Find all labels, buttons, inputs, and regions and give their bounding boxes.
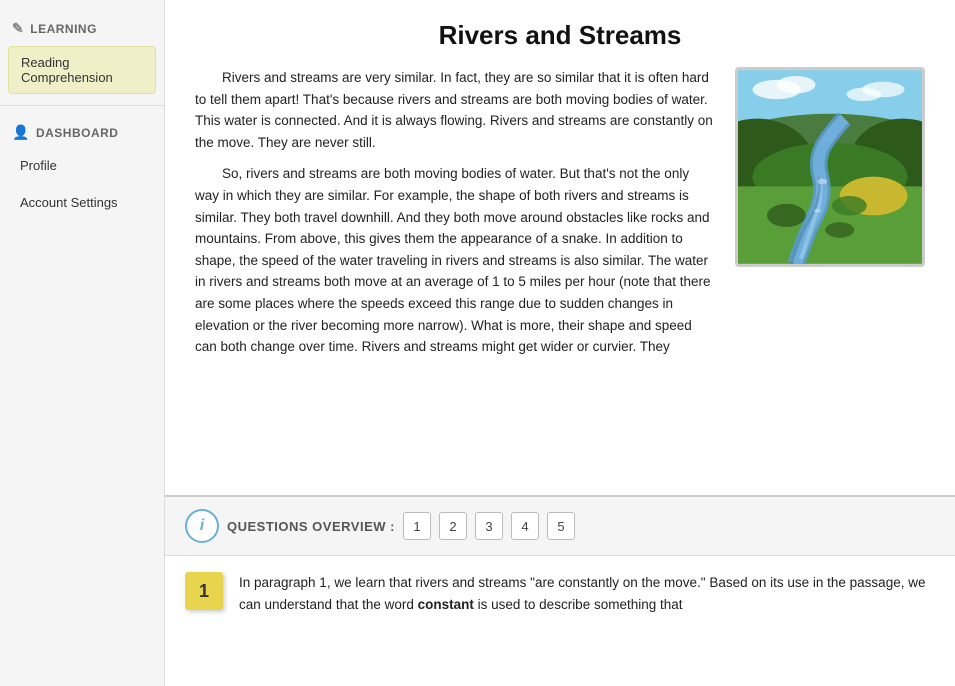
main-content: Rivers and Streams Rivers and streams ar…	[165, 0, 955, 686]
reading-panel[interactable]: Rivers and Streams Rivers and streams ar…	[165, 0, 955, 497]
reading-text: Rivers and streams are very similar. In …	[195, 67, 715, 368]
river-scene-svg	[738, 70, 922, 264]
question-text-1: In paragraph 1, we learn that rivers and…	[239, 572, 935, 615]
sidebar-item-reading-comprehension[interactable]: ReadingComprehension	[8, 46, 156, 94]
question-item-1: 1 In paragraph 1, we learn that rivers a…	[185, 572, 935, 615]
profile-label: Profile	[20, 158, 57, 173]
sidebar-item-profile[interactable]: Profile	[8, 150, 156, 181]
reading-comprehension-label: ReadingComprehension	[21, 55, 113, 85]
questions-overview-label: QUESTIONS OVERVIEW :	[227, 519, 395, 534]
question-btn-1[interactable]: 1	[403, 512, 431, 540]
dashboard-section-header: 👤 DASHBOARD	[0, 114, 164, 147]
question-number-text: 1	[199, 581, 209, 602]
learning-icon: ✎	[12, 20, 24, 37]
question-btn-5[interactable]: 5	[547, 512, 575, 540]
reading-body: Rivers and streams are very similar. In …	[195, 67, 925, 368]
info-icon-text: i	[200, 517, 204, 535]
sidebar-item-account-settings[interactable]: Account Settings	[8, 187, 156, 218]
reading-title: Rivers and Streams	[195, 20, 925, 51]
dashboard-icon: 👤	[12, 124, 30, 141]
questions-info-icon[interactable]: i	[185, 509, 219, 543]
dashboard-label: DASHBOARD	[36, 126, 119, 140]
learning-section-header: ✎ LEARNING	[0, 10, 164, 43]
paragraph-1: Rivers and streams are very similar. In …	[195, 67, 715, 153]
question-bold-word: constant	[418, 597, 474, 612]
questions-bar: i QUESTIONS OVERVIEW : 1 2 3 4 5	[165, 497, 955, 556]
paragraph-2: So, rivers and streams are both moving b…	[195, 163, 715, 357]
sidebar-divider-1	[0, 105, 164, 106]
question-badge-1: 1	[185, 572, 223, 610]
question-text-continuation: is used to describe something that	[474, 597, 683, 612]
question-btn-4[interactable]: 4	[511, 512, 539, 540]
reading-image	[735, 67, 925, 267]
question-panel[interactable]: 1 In paragraph 1, we learn that rivers a…	[165, 556, 955, 686]
question-btn-3[interactable]: 3	[475, 512, 503, 540]
account-settings-label: Account Settings	[20, 195, 118, 210]
question-btn-2[interactable]: 2	[439, 512, 467, 540]
sidebar: ✎ LEARNING ReadingComprehension 👤 DASHBO…	[0, 0, 165, 686]
learning-label: LEARNING	[30, 22, 97, 36]
